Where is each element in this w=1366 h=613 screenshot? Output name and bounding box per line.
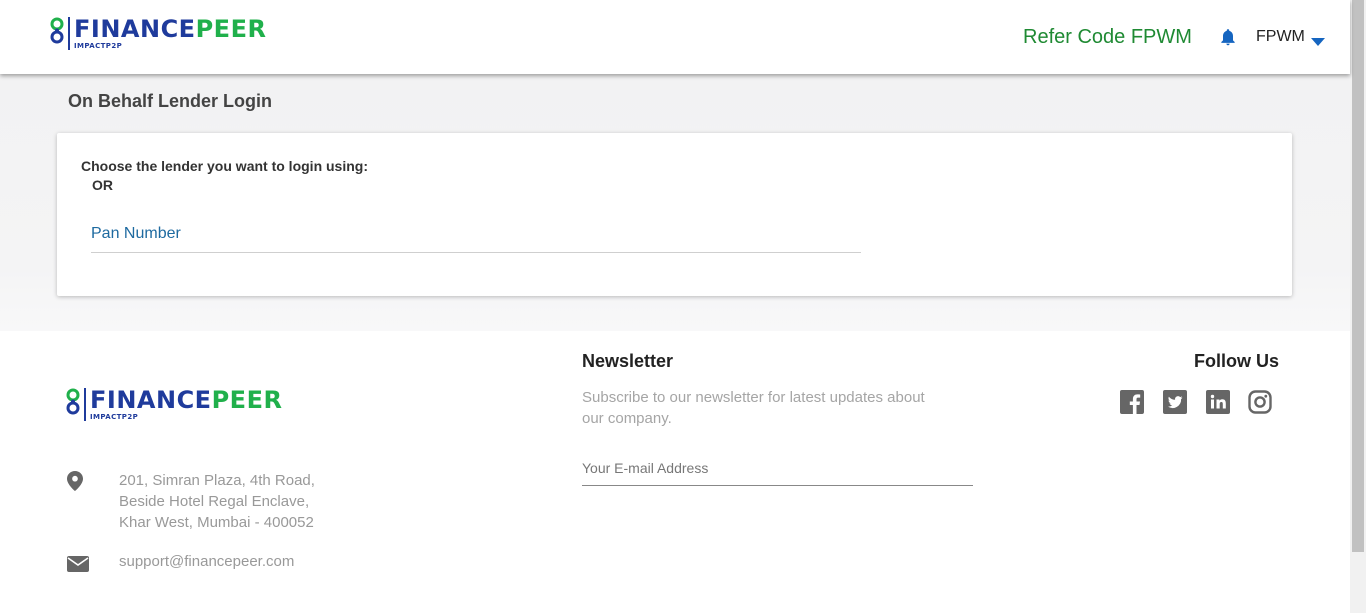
choose-lender-label: Choose the lender you want to login usin… xyxy=(81,158,368,174)
office-address: 201, Simran Plaza, 4th Road, Beside Hote… xyxy=(119,470,315,533)
login-card: Choose the lender you want to login usin… xyxy=(57,133,1292,296)
facebook-icon[interactable] xyxy=(1120,390,1144,414)
newsletter-description: Subscribe to our newsletter for latest u… xyxy=(582,389,925,427)
page-title: On Behalf Lender Login xyxy=(68,91,273,111)
logo-mark-icon xyxy=(50,14,64,53)
support-email-link[interactable]: support@financepeer.com xyxy=(119,553,294,570)
logo-tagline: IMPACTP2P xyxy=(90,413,139,421)
linkedin-icon[interactable] xyxy=(1206,390,1230,414)
user-menu-label[interactable]: FPWM xyxy=(1256,28,1305,46)
logo-mark-icon xyxy=(66,385,80,424)
newsletter-title: Newsletter xyxy=(582,351,674,371)
twitter-icon[interactable] xyxy=(1163,390,1187,414)
header-logo[interactable]: FINANCEPEER IMPACTP2P xyxy=(50,14,266,53)
address-line: 201, Simran Plaza, 4th Road, xyxy=(119,472,315,489)
newsletter-email-input[interactable] xyxy=(582,451,973,486)
notification-bell-icon[interactable] xyxy=(1218,27,1238,52)
envelope-icon xyxy=(67,556,89,577)
footer: FINANCEPEER IMPACTP2P 201, Simran Plaza,… xyxy=(0,331,1350,613)
chevron-down-icon[interactable] xyxy=(1311,34,1325,52)
logo-tagline: IMPACTP2P xyxy=(74,42,123,50)
address-line: Khar West, Mumbai - 400052 xyxy=(119,514,314,531)
pan-number-input[interactable] xyxy=(91,216,861,253)
footer-logo[interactable]: FINANCEPEER IMPACTP2P xyxy=(66,385,282,424)
logo-wordmark: FINANCEPEER xyxy=(90,386,283,414)
location-pin-icon xyxy=(67,471,83,496)
address-line: Beside Hotel Regal Enclave, xyxy=(119,493,310,510)
instagram-icon[interactable] xyxy=(1248,390,1272,414)
follow-us-title: Follow Us xyxy=(1194,351,1279,371)
top-navbar: FINANCEPEER IMPACTP2P Refer Code FPWM FP… xyxy=(0,0,1350,74)
main-content: On Behalf Lender Login Choose the lender… xyxy=(0,74,1350,331)
logo-wordmark: FINANCEPEER xyxy=(74,15,267,43)
refer-code-link[interactable]: Refer Code FPWM xyxy=(1023,26,1192,49)
scrollbar-thumb[interactable] xyxy=(1352,0,1364,552)
or-label: OR xyxy=(92,177,113,193)
